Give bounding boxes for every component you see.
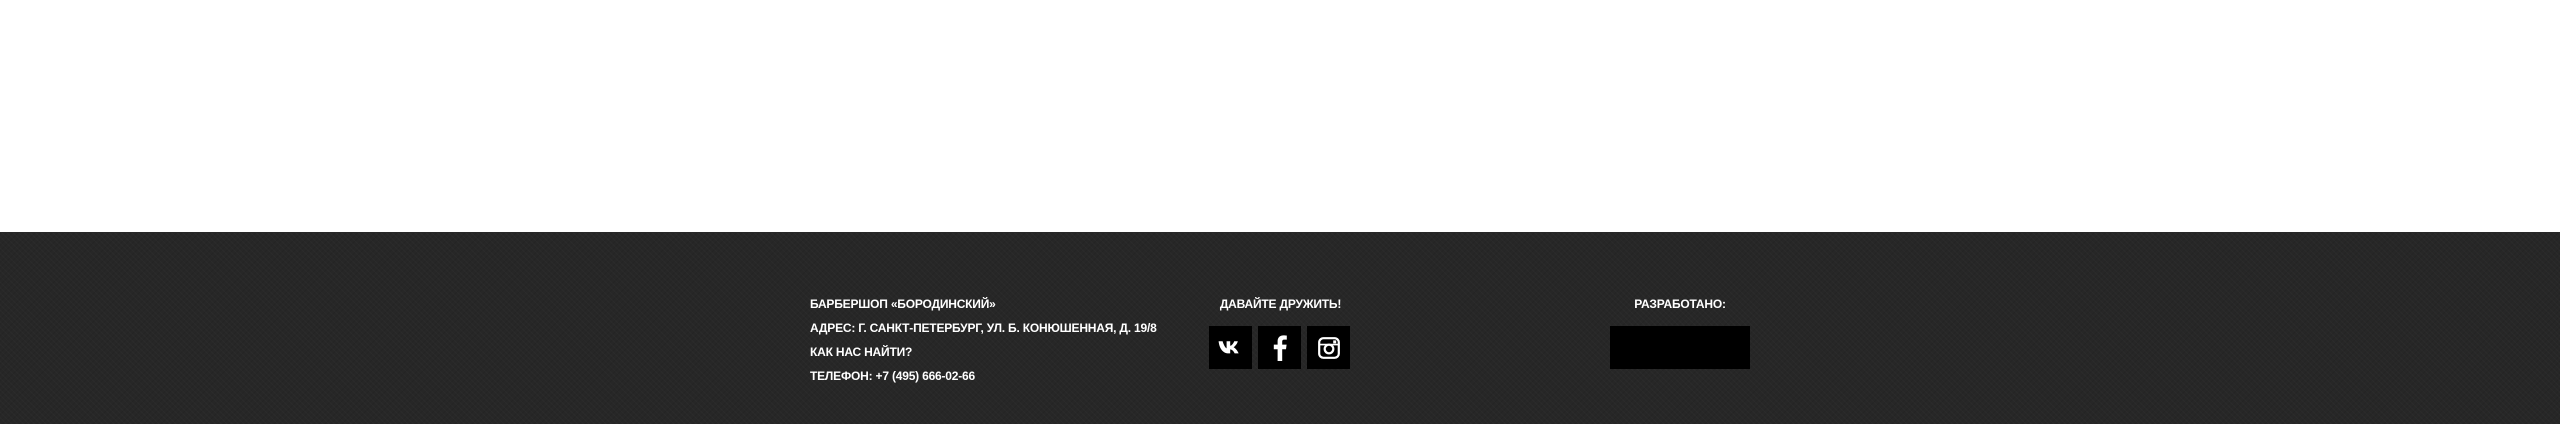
vk-icon — [1218, 340, 1239, 353]
facebook-button[interactable] — [1258, 326, 1301, 369]
contacts-block: БАРБЕРШОП «БОРОДИНСКИЙ» АДРЕС: Г. САНКТ-… — [810, 292, 1170, 388]
vk-button[interactable] — [1209, 326, 1252, 369]
developer-title: РАЗРАБОТАНО: — [1634, 297, 1726, 311]
facebook-icon — [1273, 334, 1287, 361]
developer-block: РАЗРАБОТАНО: — [1610, 294, 1750, 369]
social-title: ДАВАЙТЕ ДРУЖИТЬ! — [1219, 297, 1342, 311]
directions-link[interactable]: КАК НАС НАЙТИ? — [810, 340, 1170, 364]
instagram-icon — [1317, 336, 1340, 359]
developer-logo[interactable] — [1610, 326, 1750, 369]
instagram-button[interactable] — [1307, 326, 1350, 369]
social-block: ДАВАЙТЕ ДРУЖИТЬ! — [1209, 294, 1352, 369]
shop-name: БАРБЕРШОП «БОРОДИНСКИЙ» — [810, 297, 996, 311]
shop-phone: ТЕЛЕФОН: +7 (495) 666-02-66 — [810, 369, 976, 383]
page-content-area — [0, 0, 2560, 232]
social-links — [1209, 326, 1352, 369]
shop-address: АДРЕС: Г. САНКТ-ПЕТЕРБУРГ, УЛ. Б. КОНЮШЕ… — [810, 321, 1157, 335]
page-footer: БАРБЕРШОП «БОРОДИНСКИЙ» АДРЕС: Г. САНКТ-… — [0, 232, 2560, 424]
